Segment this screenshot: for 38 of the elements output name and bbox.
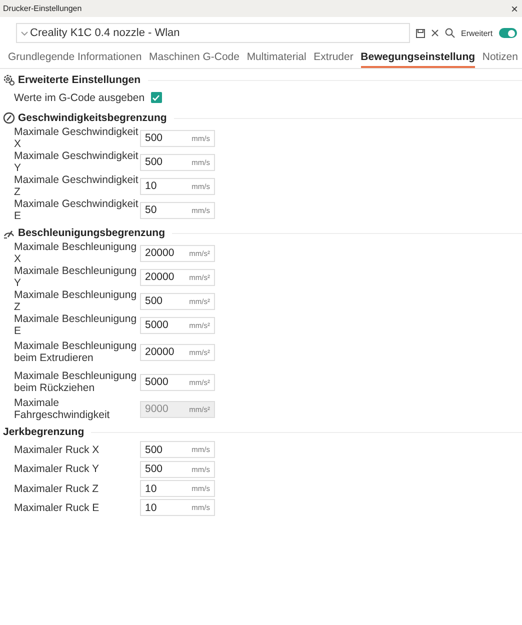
gear-icon [3,74,15,86]
field-label: Maximaler Ruck Z [14,482,100,495]
tab[interactable]: Extruder [314,51,354,68]
tab[interactable]: Multimaterial [246,51,306,68]
field-label: Maximale Beschleunigung X [14,241,138,266]
chevron-icon [21,30,28,36]
window-title: Drucker-Einstellungen [3,4,82,13]
close-icon[interactable] [431,29,439,37]
tab[interactable]: Bewegungseinstellung [360,51,476,68]
preset-dropdown[interactable]: Creality K1C 0.4 nozzle - Wlan [16,23,410,43]
tab[interactable]: Maschinen G-Code [149,51,240,68]
section-title: Jerkbegrenzung [3,426,84,438]
field-label: Maximaler Ruck X [14,444,100,456]
toggle-label: Erweitert [461,28,493,38]
tab[interactable]: Notizen [482,51,518,68]
field-label: Maximale Beschleunigung beim Extrudieren [14,340,138,364]
checkbox[interactable] [150,92,162,104]
field-label: Maximale Beschleunigung E [14,313,138,338]
field-label: Maximale Beschleunigung beim Rückziehen [14,370,138,394]
section-title: Geschwindigkeitsbegrenzung [18,112,167,124]
field-label: Maximale Beschleunigung Z [14,289,138,314]
tab[interactable]: Grundlegende Informationen [8,51,142,68]
save-icon[interactable] [416,28,425,38]
section-title: Erweiterte Einstellungen [18,74,141,86]
gauge-icon [3,112,15,124]
field-label: Maximaler Ruck E [14,502,100,514]
close-button[interactable]: × [510,2,518,16]
field-label: Maximale Beschleunigung Y [14,265,138,290]
search-icon[interactable] [445,28,455,38]
section-title: Beschleunigungsbegrenzung [18,227,166,240]
field-label: Maximale Geschwindigkeit E [14,198,140,222]
field-label: Maximale Geschwindigkeit X [14,126,140,150]
field-label: Werte im G-Code ausgeben [14,92,145,104]
field-label: Maximale Geschwindigkeit Y [14,150,140,174]
field-label: Maximaler Ruck Y [14,463,100,476]
field-label: Maximale Fahrgeschwindigkeit [14,397,111,422]
toggle-switch[interactable] [498,28,517,38]
field-label: Maximale Geschwindigkeit Z [14,174,140,198]
